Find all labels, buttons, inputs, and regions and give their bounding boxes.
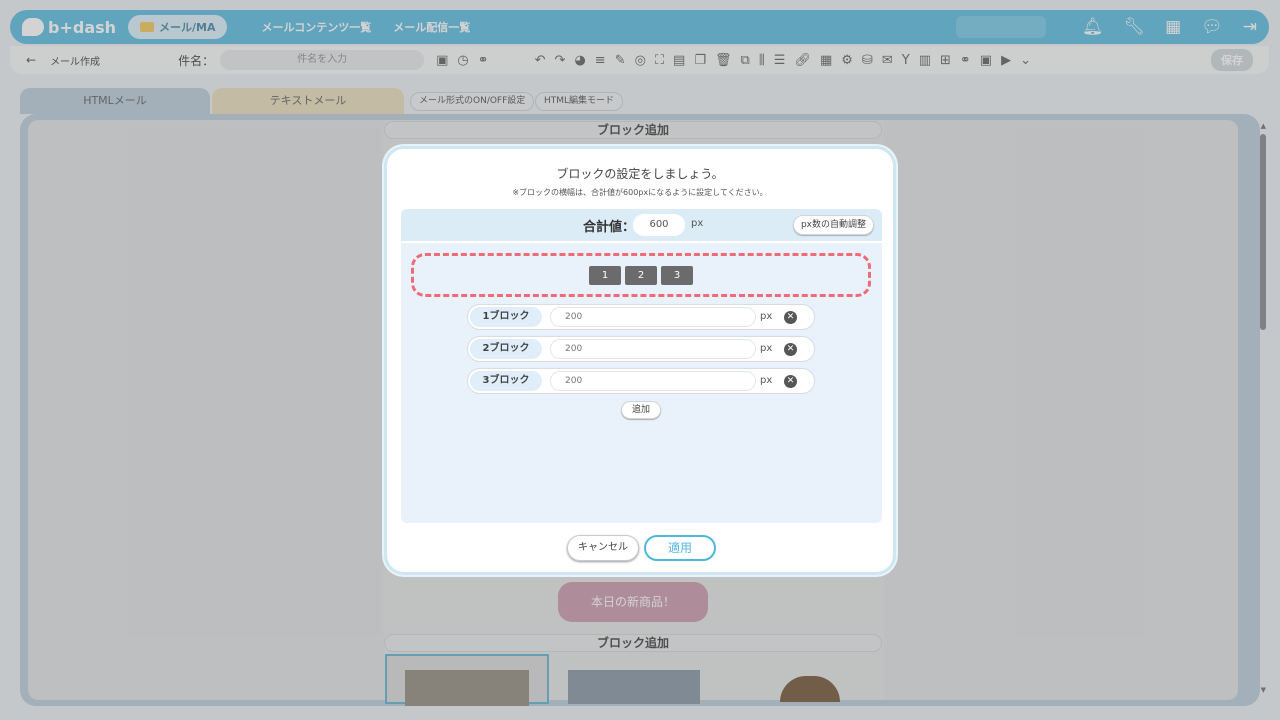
block-1-unit: px	[760, 311, 773, 322]
block-2-unit: px	[760, 343, 773, 354]
block-2-width-input[interactable]: 200	[550, 339, 756, 359]
block-2-remove-icon[interactable]: ✕	[784, 343, 797, 356]
layout-highlight-box: 1 2 3	[411, 253, 871, 297]
block-3-label: 3ブロック	[470, 371, 542, 391]
block-1-remove-icon[interactable]: ✕	[784, 311, 797, 324]
block-3-unit: px	[760, 375, 773, 386]
block-3-width-input[interactable]: 200	[550, 371, 756, 391]
modal-title: ブロックの設定をしましょう。	[556, 167, 724, 181]
block-settings-body: 1 2 3 1ブロック 200 px ✕ 2ブロック 200 px ✕ 3ブロッ…	[401, 243, 882, 523]
block-row-1: 1ブロック 200 px ✕	[467, 304, 815, 330]
total-row: 合計値： 600 px px数の自動調整	[401, 209, 882, 241]
auto-adjust-button[interactable]: px数の自動調整	[792, 215, 874, 235]
block-row-2: 2ブロック 200 px ✕	[467, 336, 815, 362]
block-1-width-input[interactable]: 200	[550, 307, 756, 327]
layout-1-button[interactable]: 1	[589, 266, 621, 285]
cancel-button[interactable]: キャンセル	[567, 535, 639, 561]
total-unit: px	[691, 218, 704, 229]
block-2-label: 2ブロック	[470, 339, 542, 359]
total-label: 合計値：	[583, 220, 636, 235]
add-block-button[interactable]: 追加	[621, 401, 661, 419]
apply-button[interactable]: 適用	[644, 535, 716, 561]
modal-note: ※ブロックの横幅は、合計値が600pxになるように設定してください。	[512, 188, 768, 197]
layout-2-button[interactable]: 2	[625, 266, 657, 285]
block-settings-modal: ブロックの設定をしましょう。 ※ブロックの横幅は、合計値が600pxになるように…	[384, 146, 896, 575]
total-value-field: 600	[633, 214, 685, 236]
block-row-3: 3ブロック 200 px ✕	[467, 368, 815, 394]
block-3-remove-icon[interactable]: ✕	[784, 375, 797, 388]
block-1-label: 1ブロック	[470, 307, 542, 327]
layout-3-button[interactable]: 3	[661, 266, 693, 285]
